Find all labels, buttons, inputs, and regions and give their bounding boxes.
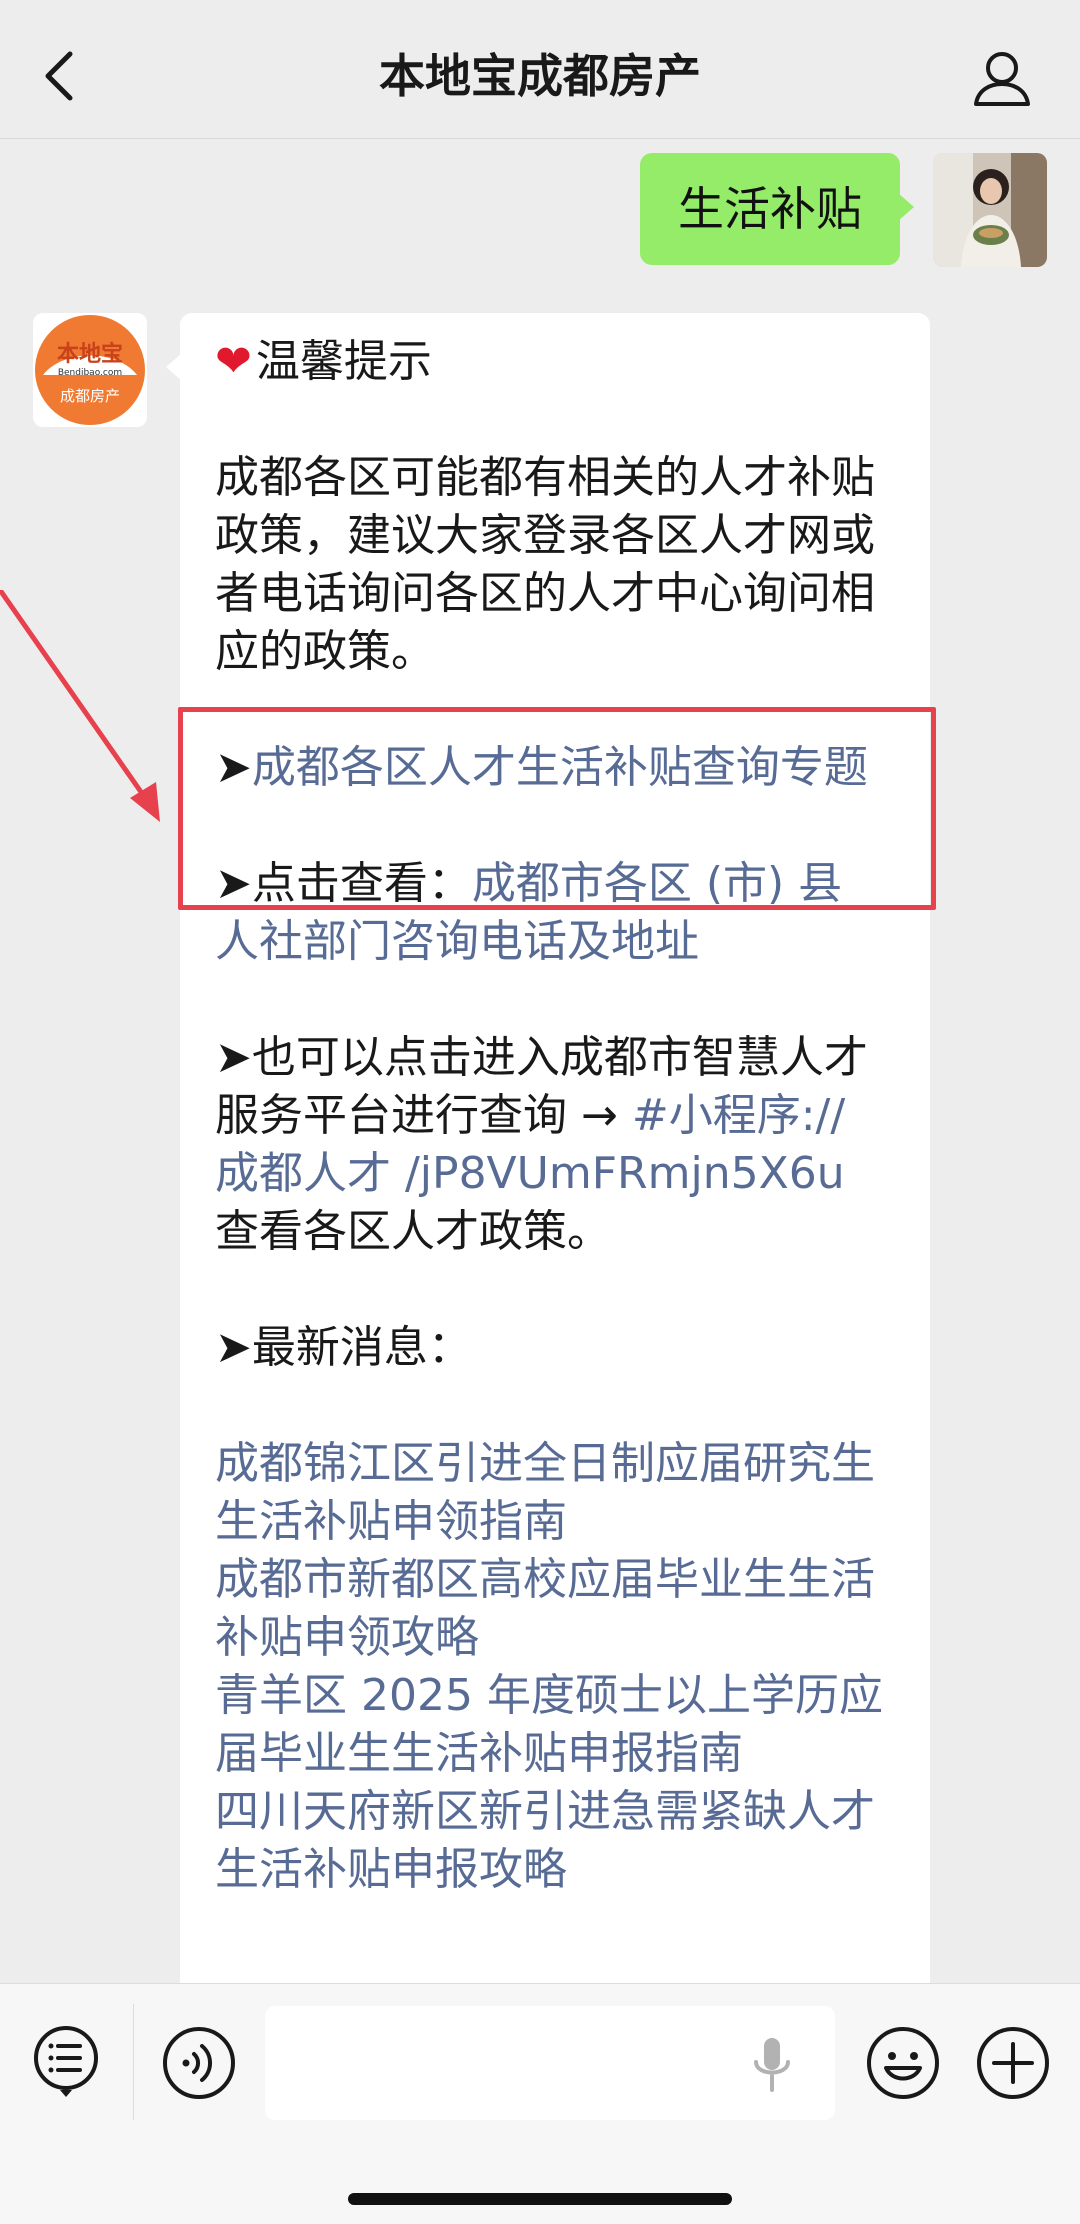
logo-caption: 成都房产 (60, 387, 120, 405)
news-link-tianfu[interactable]: 四川天府新区新引进急需紧缺人才生活补贴申报攻略 (215, 1783, 885, 1899)
page-title: 本地宝成都房产 (379, 49, 701, 103)
user-avatar[interactable] (933, 153, 1047, 267)
tip-title: 温馨提示 (255, 336, 432, 387)
nav-bar: 本地宝成都房产 (0, 0, 1080, 139)
voice-icon (163, 2027, 235, 2099)
logo-brand: 本地宝 (57, 341, 123, 367)
intro-text: 成都各区可能都有相关的人才补贴政策，建议大家登录各区人才网或者电话询问各区的人才… (215, 452, 875, 677)
user-photo (933, 153, 1047, 267)
sent-message-bubble[interactable]: 生活补贴 (640, 153, 914, 265)
chat-page: 本地宝成都房产 生活补贴 本地宝 Bendibao.com 成都房产 ❤温馨提示… (0, 0, 1080, 2224)
platform-line: ➤也可以点击进入成都市智慧人才服务平台进行查询 → #小程序://成都人才 /j… (215, 1029, 885, 1261)
more-button[interactable] (976, 2026, 1050, 2100)
menu-button[interactable] (32, 2026, 100, 2098)
news-link-jinjiang[interactable]: 成都锦江区引进全日制应届研究生生活补贴申领指南 (215, 1435, 885, 1551)
heart-icon: ❤ (215, 336, 252, 387)
news-label: 最新消息： (251, 1322, 472, 1373)
news-link-qingyang[interactable]: 青羊区 2025 年度硕士以上学历应届毕业生生活补贴申报指南 (215, 1667, 885, 1783)
arrow-bullet: ➤ (215, 1322, 252, 1373)
highlight-box (178, 707, 936, 910)
home-indicator[interactable] (348, 2193, 732, 2205)
logo-domain: Bendibao.com (58, 368, 122, 378)
news-heading: ➤最新消息： (215, 1319, 885, 1377)
bar-divider (133, 2004, 134, 2120)
received-message-bubble: ❤温馨提示 成都各区可能都有相关的人才补贴政策，建议大家登录各区人才网或者电话询… (166, 313, 930, 2053)
news-link-xindu[interactable]: 成都市新都区高校应届毕业生生活补贴申领攻略 (215, 1551, 885, 1667)
message-content: ❤温馨提示 成都各区可能都有相关的人才补贴政策，建议大家登录各区人才网或者电话询… (215, 333, 885, 1899)
menu-icon (34, 2026, 98, 2097)
input-bar (0, 1983, 1080, 2224)
mic-button[interactable] (752, 2036, 792, 2094)
official-account-avatar[interactable]: 本地宝 Bendibao.com 成都房产 (33, 313, 147, 427)
profile-button[interactable] (970, 46, 1034, 110)
platform-suffix: 查看各区人才政策。 (215, 1206, 611, 1257)
message-input[interactable] (265, 2006, 835, 2120)
annotation-arrow (0, 590, 160, 822)
plus-icon (977, 2027, 1049, 2099)
emoji-button[interactable] (866, 2026, 940, 2100)
tip-heading: ❤温馨提示 (215, 333, 885, 391)
arrow-bullet: ➤ (215, 1032, 252, 1083)
voice-button[interactable] (162, 2026, 236, 2100)
person-icon (974, 52, 1030, 106)
emoji-icon (867, 2027, 939, 2099)
mic-icon (754, 2038, 790, 2092)
